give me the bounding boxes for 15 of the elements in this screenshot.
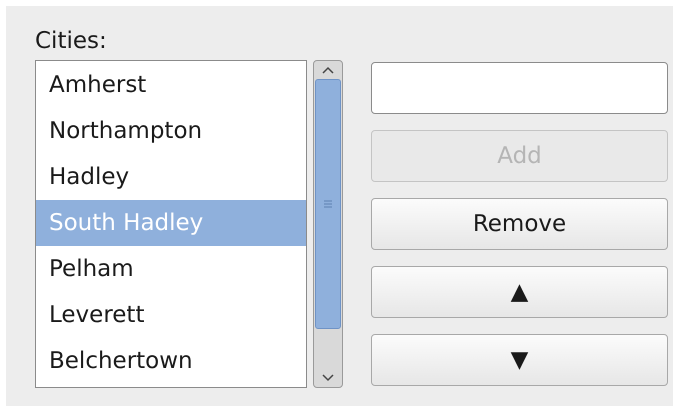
list-label: Cities: [35, 28, 107, 54]
list-item[interactable]: Northampton [36, 108, 306, 154]
list-item[interactable]: Pelham [36, 246, 306, 292]
input-field[interactable] [371, 62, 668, 114]
move-up-button[interactable]: ▲ [371, 266, 668, 318]
scroll-thumb[interactable] [315, 79, 341, 329]
move-down-button[interactable]: ▼ [371, 334, 668, 386]
remove-button[interactable]: Remove [371, 198, 668, 250]
grip-icon [324, 199, 332, 209]
list-item[interactable]: Belchertown [36, 338, 306, 384]
list-item[interactable]: Amherst [36, 62, 306, 108]
list-item[interactable]: Leverett [36, 292, 306, 338]
list-item[interactable]: Hadley [36, 154, 306, 200]
city-list[interactable]: Amherst Northampton Hadley South Hadley Pelham Leverett Belchertown [35, 60, 307, 388]
scrollbar[interactable] [313, 60, 343, 388]
